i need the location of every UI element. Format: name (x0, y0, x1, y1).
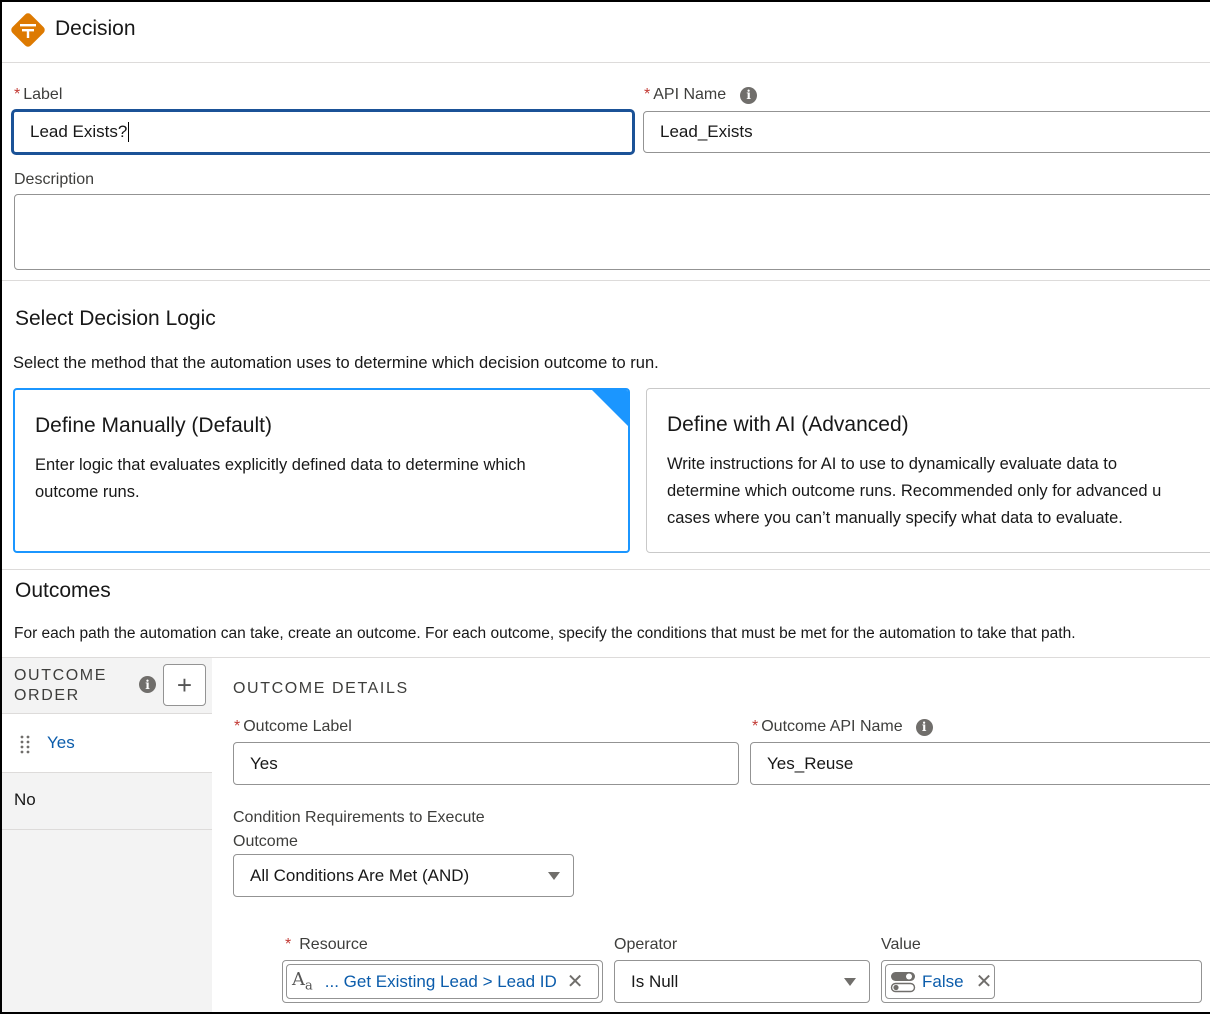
resource-label: * Resource (285, 936, 368, 954)
required-marker: * (285, 936, 292, 953)
resource-label-text: Resource (299, 936, 368, 953)
sidebar-divider (2, 829, 212, 830)
card-description-line: Enter logic that evaluates explicitly de… (35, 456, 526, 474)
decision-icon (8, 10, 48, 50)
value-pill[interactable]: False ✕ (885, 964, 995, 999)
section-divider (2, 280, 1210, 281)
chevron-down-icon (548, 872, 560, 880)
drag-handle-icon[interactable] (20, 734, 30, 754)
operator-value: Is Null (631, 971, 679, 991)
condition-requirements-value: All Conditions Are Met (AND) (250, 865, 470, 885)
outcome-order-sidebar: OUTCOME ORDER i + Yes No (2, 658, 212, 1012)
card-description-line: cases where you can’t manually specify w… (667, 509, 1123, 527)
define-manually-card[interactable]: Define Manually (Default) Enter logic th… (13, 388, 630, 553)
condition-requirements-label: Condition Requirements to Execute Outcom… (233, 806, 485, 854)
page-title: Decision (55, 17, 136, 40)
card-description-line: outcome runs. (35, 483, 140, 501)
header-divider (2, 62, 1210, 63)
outcome-item-label: Yes (47, 733, 75, 752)
outcome-order-header-line: ORDER (14, 687, 80, 704)
outcome-details-header: OUTCOME DETAILS (233, 680, 409, 697)
condition-requirements-select[interactable]: All Conditions Are Met (AND) (233, 854, 574, 897)
operator-select[interactable]: Is Null (614, 960, 870, 1003)
card-title: Define with AI (Advanced) (667, 413, 909, 436)
required-marker: * (234, 718, 241, 735)
description-label: Description (14, 171, 95, 188)
required-marker: * (14, 86, 21, 103)
decision-editor-panel: Decision * Label Lead Exists? * API Name i… (0, 0, 1210, 1014)
plus-icon: + (176, 669, 193, 700)
decision-logic-subtitle: Select the method that the automation us… (13, 354, 659, 372)
value-value: False (922, 971, 964, 991)
info-icon[interactable]: i (139, 676, 156, 693)
api-name-input[interactable]: Lead_Exists (643, 111, 1210, 153)
decision-logic-title: Select Decision Logic (15, 307, 216, 330)
close-icon[interactable]: ✕ (976, 969, 993, 994)
condition-requirements-line: Condition Requirements to Execute (233, 809, 485, 826)
api-name-label-text: API Name (653, 86, 727, 103)
required-marker: * (752, 718, 759, 735)
required-marker: * (644, 86, 651, 103)
resource-value: ... Get Existing Lead > Lead ID (324, 971, 557, 991)
outcome-label-field-label: * Outcome Label (234, 718, 352, 736)
text-type-icon: Aa (292, 969, 313, 994)
api-name-input-value: Lead_Exists (660, 122, 753, 141)
card-description-line: Write instructions for AI to use to dyna… (667, 455, 1118, 473)
label-input-value: Lead Exists? (30, 122, 128, 141)
outcome-order-header: OUTCOME ORDER (14, 666, 107, 706)
resource-pill[interactable]: Aa ... Get Existing Lead > Lead ID ✕ (286, 964, 599, 999)
text-cursor (128, 122, 130, 142)
outcome-api-name-input[interactable]: Yes_Reuse (750, 742, 1210, 785)
outcome-item-no[interactable]: No (2, 773, 212, 829)
info-icon[interactable]: i (915, 718, 933, 736)
operator-label: Operator (614, 936, 678, 953)
outcome-label-value: Yes (250, 753, 278, 773)
section-divider (2, 569, 1210, 570)
outcome-item-label: No (14, 790, 36, 809)
define-with-ai-card[interactable]: Define with AI (Advanced) Write instruct… (646, 388, 1210, 553)
outcome-api-name-field-label: * Outcome API Name i (752, 718, 933, 736)
toggle-icon (890, 971, 916, 993)
value-label: Value (881, 936, 921, 953)
outcome-label-text: Outcome Label (243, 718, 352, 735)
label-text: Label (23, 86, 63, 103)
condition-requirements-line: Outcome (233, 833, 298, 850)
outcome-order-header-line: OUTCOME (14, 667, 107, 684)
resource-input[interactable]: Aa ... Get Existing Lead > Lead ID ✕ (282, 960, 603, 1003)
outcomes-subtitle: For each path the automation can take, c… (14, 625, 1076, 642)
outcome-api-name-text: Outcome API Name (761, 718, 903, 735)
outcome-api-name-value: Yes_Reuse (767, 753, 854, 773)
label-field-label: * Label (14, 86, 62, 104)
card-title: Define Manually (Default) (35, 414, 272, 437)
chevron-down-icon (844, 978, 856, 986)
outcome-label-input[interactable]: Yes (233, 742, 739, 785)
selected-corner-indicator (591, 390, 628, 427)
card-description-line: determine which outcome runs. Recommende… (667, 482, 1162, 500)
add-outcome-button[interactable]: + (163, 664, 206, 706)
outcomes-title: Outcomes (15, 579, 111, 602)
outcome-item-yes[interactable]: Yes (2, 714, 212, 772)
api-name-field-label: * API Name i (644, 86, 758, 104)
info-icon[interactable]: i (740, 86, 758, 104)
description-textarea[interactable] (14, 194, 1210, 270)
label-input[interactable]: Lead Exists? (12, 110, 634, 154)
value-input[interactable]: False ✕ (881, 960, 1202, 1003)
close-icon[interactable]: ✕ (567, 969, 584, 994)
